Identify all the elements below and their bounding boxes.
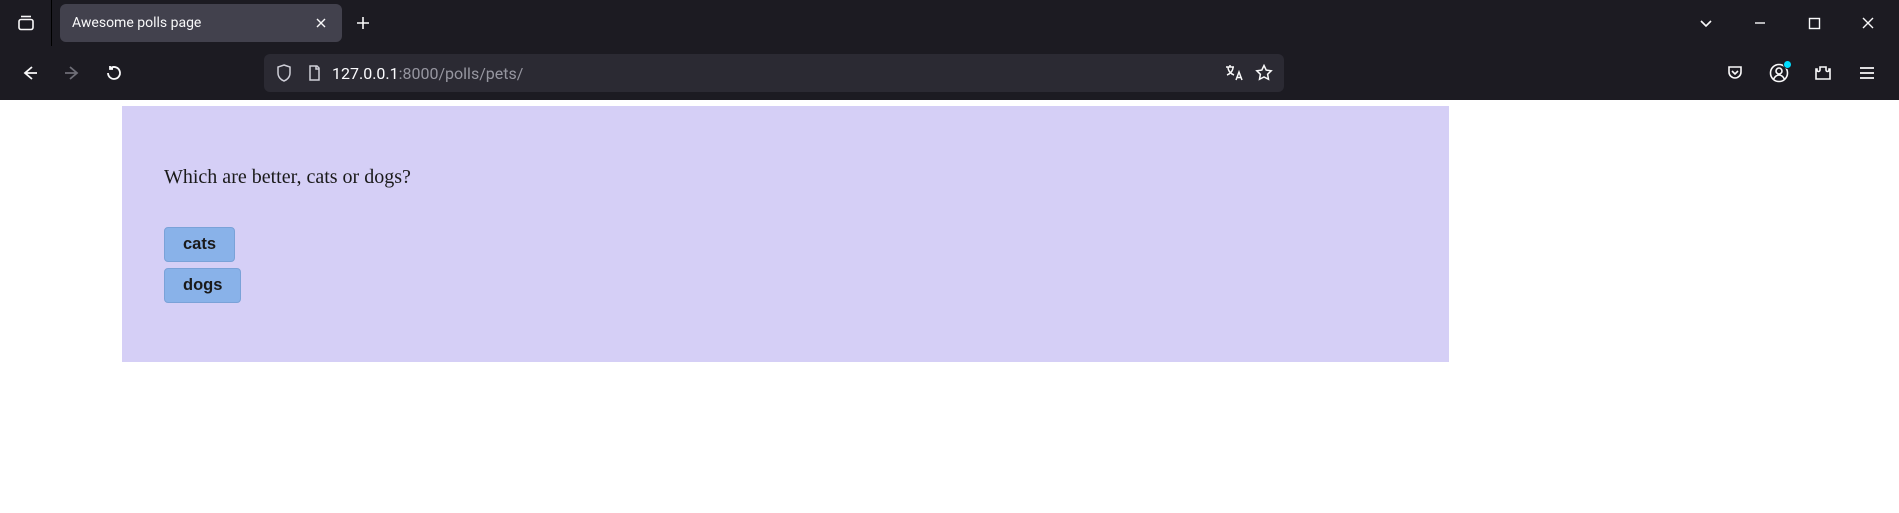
bookmark-star-icon[interactable]: [1252, 61, 1276, 85]
notification-dot-icon: [1783, 60, 1792, 69]
window-minimize-button[interactable]: [1733, 1, 1787, 45]
poll-question: Which are better, cats or dogs?: [164, 166, 1407, 189]
forward-button[interactable]: [54, 55, 90, 91]
all-tabs-button[interactable]: [0, 0, 52, 46]
poll-option-dogs[interactable]: dogs: [164, 268, 241, 303]
window-maximize-button[interactable]: [1787, 1, 1841, 45]
close-tab-button[interactable]: [312, 14, 330, 32]
translate-icon[interactable]: [1222, 61, 1246, 85]
browser-tab[interactable]: Awesome polls page: [60, 4, 342, 42]
extensions-icon[interactable]: [1803, 53, 1843, 93]
titlebar: Awesome polls page: [0, 0, 1899, 46]
url-path: /polls/pets/: [438, 64, 523, 83]
window-close-button[interactable]: [1841, 1, 1895, 45]
pocket-icon[interactable]: [1715, 53, 1755, 93]
account-icon[interactable]: [1759, 53, 1799, 93]
app-menu-icon[interactable]: [1847, 53, 1887, 93]
poll-option-cats[interactable]: cats: [164, 227, 235, 262]
tab-title: Awesome polls page: [72, 15, 302, 31]
browser-toolbar: 127.0.0.1:8000/polls/pets/: [0, 46, 1899, 100]
tab-dropdown-button[interactable]: [1679, 1, 1733, 45]
url-port: :8000: [399, 64, 439, 83]
back-button[interactable]: [12, 55, 48, 91]
url-text: 127.0.0.1:8000/polls/pets/: [332, 64, 1216, 83]
new-tab-button[interactable]: [342, 2, 384, 44]
browser-chrome: Awesome polls page: [0, 0, 1899, 100]
url-host: 127.0.0.1: [332, 64, 399, 83]
address-bar[interactable]: 127.0.0.1:8000/polls/pets/: [264, 54, 1284, 92]
reload-button[interactable]: [96, 55, 132, 91]
shield-icon[interactable]: [272, 61, 296, 85]
page-content: Which are better, cats or dogs? cats dog…: [0, 100, 1899, 513]
poll-container: Which are better, cats or dogs? cats dog…: [122, 106, 1449, 362]
site-info-icon[interactable]: [302, 61, 326, 85]
